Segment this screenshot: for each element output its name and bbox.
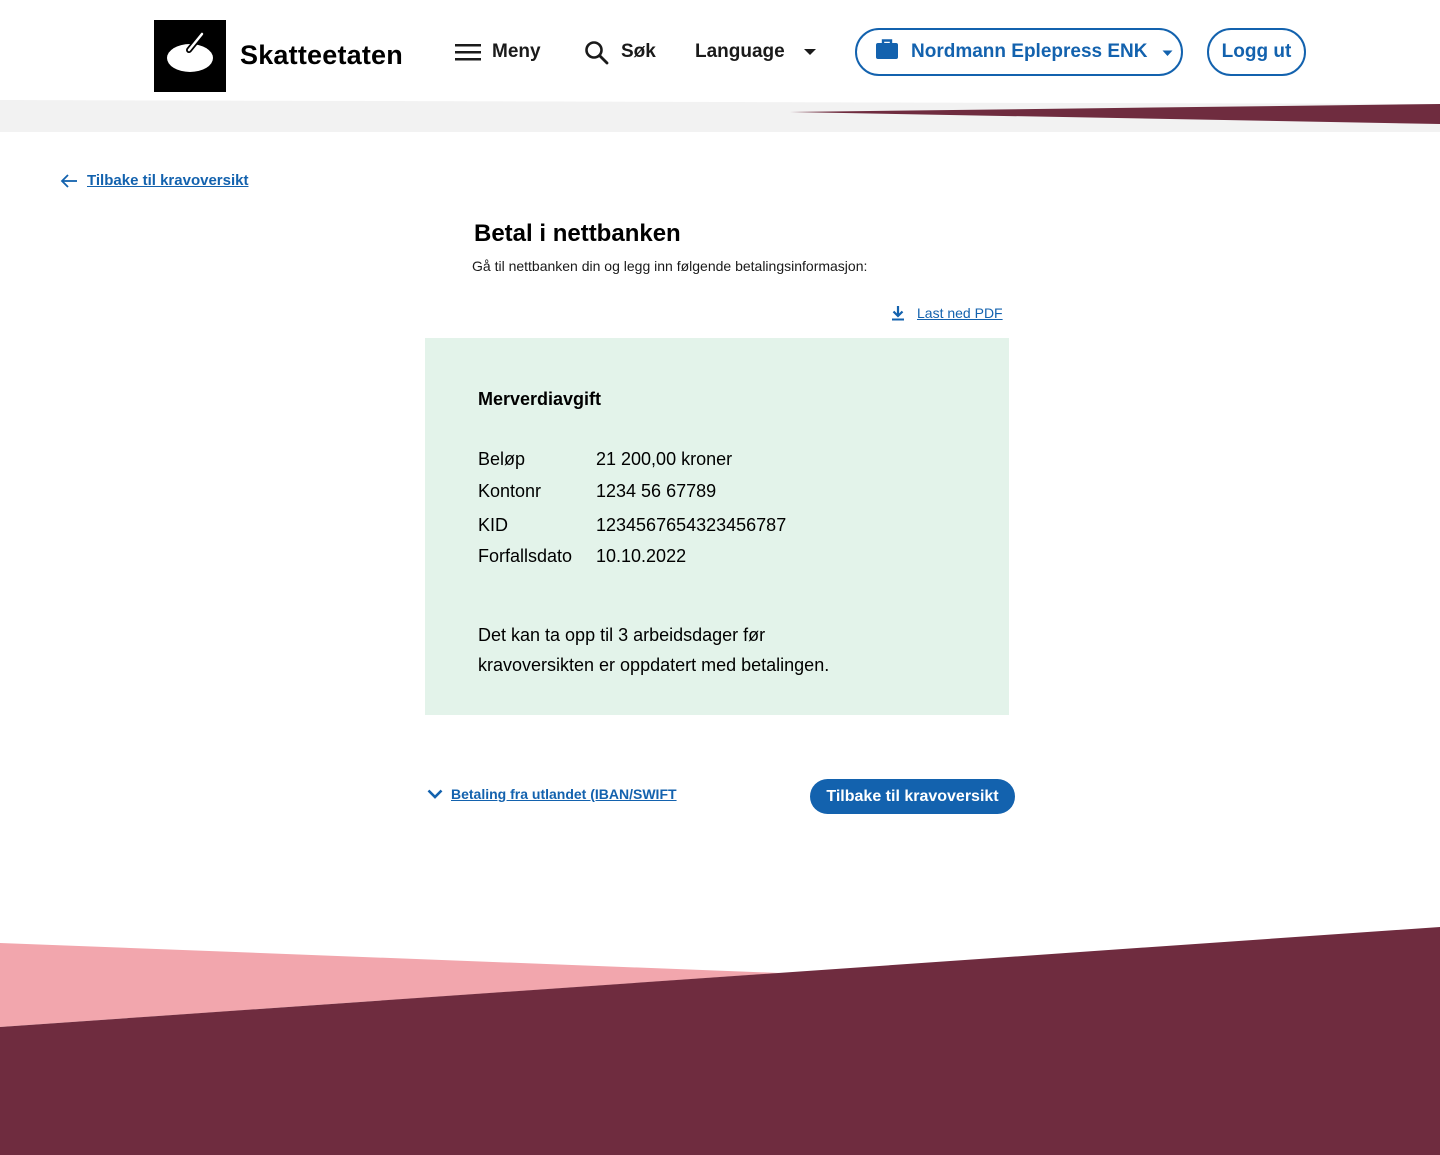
payment-label: Kontonr	[478, 481, 542, 501]
search-icon	[584, 40, 609, 65]
back-link-label: Tilbake til kravoversikt	[87, 172, 249, 189]
language-selector[interactable]: Language	[695, 38, 817, 66]
iban-swift-label: Betaling fra utlandet (IBAN/SWIFT	[451, 786, 677, 802]
iban-swift-toggle[interactable]: Betaling fra utlandet (IBAN/SWIFT	[427, 786, 677, 802]
logo-text[interactable]: Skatteetaten	[240, 40, 403, 71]
payment-value: 1234 56 67789	[596, 481, 717, 501]
chevron-down-icon	[427, 789, 443, 799]
briefcase-icon	[875, 38, 899, 66]
payment-value: 1234567654323456787	[596, 515, 787, 535]
payment-row-kid: KID 1234567654323456787	[478, 515, 786, 536]
caret-down-icon	[803, 48, 817, 56]
skatteetaten-logo-icon[interactable]	[154, 20, 226, 92]
payment-label: Beløp	[478, 449, 526, 469]
search-label: Søk	[621, 41, 656, 62]
page-title: Betal i nettbanken	[474, 220, 681, 247]
footer-decoration-band	[0, 927, 1440, 1155]
payment-row-due-date: Forfallsdato 10.10.2022	[478, 546, 686, 567]
language-label: Language	[695, 41, 785, 62]
menu-button[interactable]: Meny	[455, 38, 541, 66]
arrow-left-icon	[60, 173, 78, 188]
note-line: kravoversikten er oppdatert med betaling…	[478, 655, 830, 675]
payment-value: 21 200,00 kroner	[596, 449, 733, 469]
download-icon	[891, 305, 905, 321]
search-button[interactable]: Søk	[584, 38, 656, 66]
back-to-overview-link[interactable]: Tilbake til kravoversikt	[60, 172, 248, 189]
note-line: Det kan ta opp til 3 arbeidsdager før	[478, 625, 766, 645]
site-header: Skatteetaten Meny Søk Language Nordmann …	[0, 0, 1440, 100]
payment-row-amount: Beløp 21 200,00 kroner	[478, 449, 732, 470]
payment-heading: Merverdiavgift	[478, 389, 602, 409]
hamburger-icon	[455, 42, 481, 62]
download-pdf-link[interactable]: Last ned PDF	[891, 305, 1003, 321]
download-pdf-label: Last ned PDF	[917, 305, 1003, 321]
payment-row-account: Kontonr 1234 56 67789	[478, 481, 716, 502]
payment-label: Forfallsdato	[478, 546, 573, 566]
payment-info-box: Merverdiavgift Beløp 21 200,00 kroner Ko…	[425, 338, 1009, 715]
caret-down-icon	[1162, 41, 1173, 63]
payment-label: KID	[478, 515, 509, 535]
header-decoration-band	[0, 100, 1440, 132]
page-lead: Gå til nettbanken din og legg inn følgen…	[472, 258, 868, 274]
processing-time-note: Det kan ta opp til 3 arbeidsdager før kr…	[478, 620, 898, 680]
payment-value: 10.10.2022	[596, 546, 687, 566]
organization-selector[interactable]: Nordmann Eplepress ENK	[855, 28, 1183, 76]
organization-label: Nordmann Eplepress ENK	[911, 41, 1148, 62]
logout-button[interactable]: Logg ut	[1207, 28, 1306, 76]
back-to-overview-button[interactable]: Tilbake til kravoversikt	[810, 779, 1015, 814]
menu-label: Meny	[492, 41, 541, 62]
